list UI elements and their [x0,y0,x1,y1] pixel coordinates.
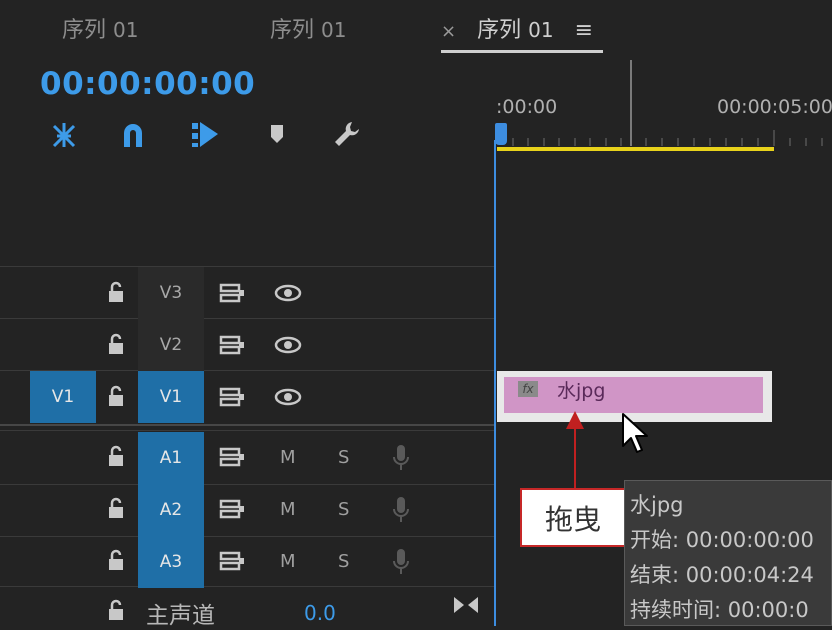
microphone-icon[interactable] [391,443,411,477]
lock-track-v2[interactable] [105,333,127,359]
lock-track-a3[interactable] [105,549,127,575]
tab-sequence-2[interactable]: 序列 01 [270,12,346,44]
annotation-drag-label: 拖曳 [520,488,626,547]
annotation-arrow-line [574,422,576,490]
track-name-v1[interactable]: V1 [138,371,204,423]
mute-button-a1[interactable]: M [280,447,296,468]
timeline-clip[interactable] [504,377,763,413]
playhead-line[interactable] [494,140,496,626]
track-name-a2[interactable]: A2 [138,484,204,536]
lock-track-a1[interactable] [105,445,127,471]
eye-visibility-icon[interactable] [274,335,302,359]
panel-menu-icon[interactable]: ≡ [575,18,593,43]
master-volume-value[interactable]: 0.0 [304,601,336,625]
lock-track-a2[interactable] [105,497,127,523]
sync-lock-icon[interactable] [219,282,245,308]
playhead-timecode[interactable]: 00:00:00:00 [40,66,255,102]
fx-badge-icon[interactable]: fx [518,381,538,397]
sync-lock-icon[interactable] [219,498,245,524]
tab-number: 01 [321,18,347,42]
tab-number: 01 [528,18,554,42]
tab-label: 序列 [477,18,522,43]
tab-sequence-1[interactable]: 序列 01 [62,12,138,44]
sync-lock-icon[interactable] [219,550,245,576]
sync-lock-icon[interactable] [219,334,245,360]
solo-button-a3[interactable]: S [338,551,349,572]
track-name-a1[interactable]: A1 [138,432,204,484]
track-name-a3[interactable]: A3 [138,536,204,588]
sync-lock-icon[interactable] [219,386,245,412]
tooltip-start: 开始: 00:00:00:00 [630,528,814,552]
lock-track-v1[interactable] [105,385,127,411]
ruler-start-label: :00:00 [496,96,558,118]
snap-magnet-icon[interactable] [116,117,150,151]
master-track-label: 主声道 [146,603,215,629]
nest-snap-icon[interactable] [47,117,81,151]
active-tab-underline [441,50,603,53]
tab-sequence-active[interactable]: × 序列 01 ≡ [441,12,593,44]
microphone-icon[interactable] [391,547,411,581]
source-patch-v1[interactable]: V1 [30,371,96,423]
tab-number: 01 [113,18,139,42]
clip-name: 水jpg [557,380,606,402]
microphone-icon[interactable] [391,495,411,529]
tab-label: 序列 [62,18,107,43]
lock-track-v3[interactable] [105,281,127,307]
tooltip-end: 结束: 00:00:04:24 [630,563,814,587]
mute-button-a2[interactable]: M [280,499,296,520]
playhead-handle[interactable] [495,123,507,145]
work-area-bar[interactable] [497,147,774,151]
lock-track-master[interactable] [105,599,127,625]
annotation-arrow-head [566,411,584,429]
eye-visibility-icon[interactable] [274,387,302,411]
add-marker-icon[interactable] [260,117,294,151]
ruler-ticks [512,130,823,146]
mute-button-a3[interactable]: M [280,551,296,572]
linked-selection-icon[interactable] [188,117,222,151]
track-name-v2[interactable]: V2 [138,319,204,371]
solo-button-a2[interactable]: S [338,499,349,520]
eye-visibility-icon[interactable] [274,283,302,307]
wrench-settings-icon[interactable] [330,117,364,151]
tab-label: 序列 [270,18,315,43]
tooltip-title: 水jpg [630,493,684,517]
close-icon[interactable]: × [441,21,456,42]
ruler-5s-label: 00:00:05:00 [717,96,832,118]
solo-button-a1[interactable]: S [338,447,349,468]
track-name-v3[interactable]: V3 [138,267,204,319]
tooltip-duration: 持续时间: 00:00:0 [630,598,809,622]
sync-lock-icon[interactable] [219,446,245,472]
mouse-pointer-icon [620,412,650,458]
zoom-handle-icon[interactable] [453,596,479,618]
